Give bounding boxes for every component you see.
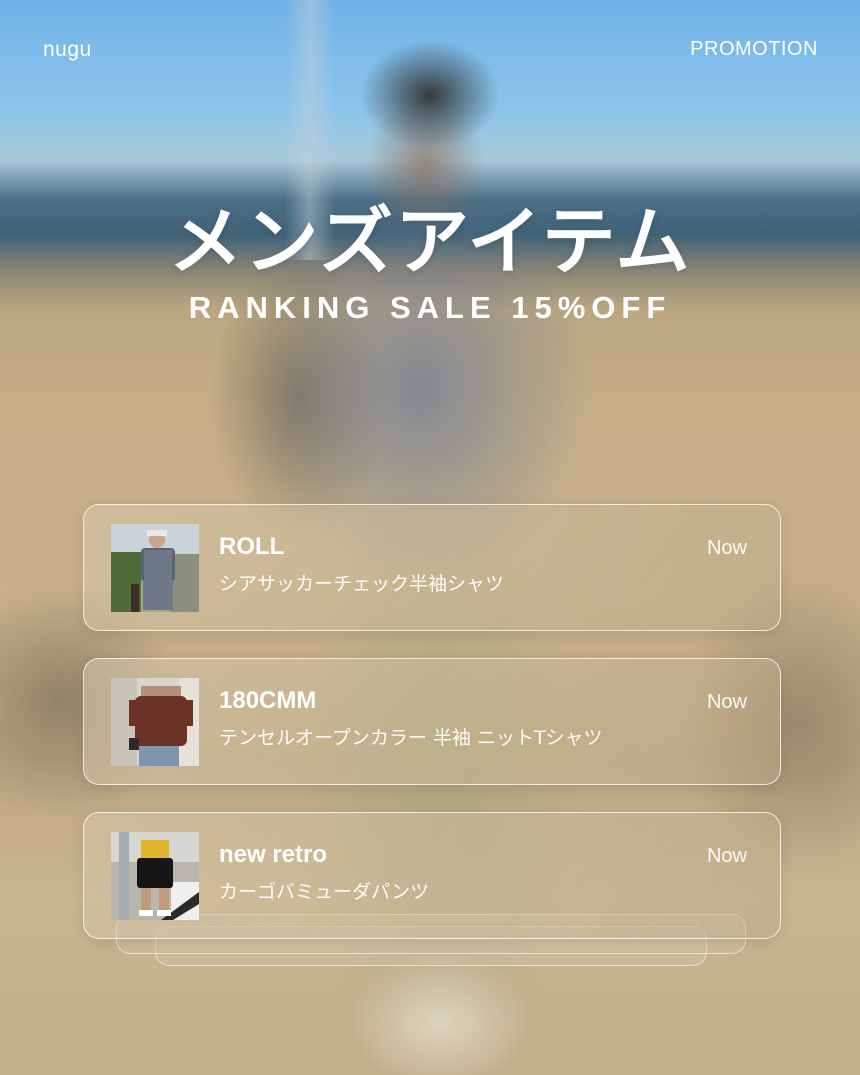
timestamp: Now: [706, 845, 747, 867]
product-thumbnail: [111, 678, 199, 766]
brand-name: new retro: [219, 841, 328, 868]
product-thumbnail: [111, 524, 199, 612]
product-name: シアサッカーチェック半袖シャツ: [219, 573, 505, 595]
brand-logo: nugu: [43, 38, 92, 61]
product-name: カーゴバミューダパンツ: [219, 881, 429, 903]
timestamp: Now: [706, 691, 747, 713]
brand-name: ROLL: [219, 533, 285, 560]
product-thumbnail: [111, 832, 199, 920]
notification-card[interactable]: 180CMM テンセルオープンカラー 半袖 ニットTシャツ Now: [83, 658, 781, 785]
hero-subtitle: RANKING SALE 15%OFF: [188, 290, 672, 325]
header: nugu PROMOTION: [0, 38, 860, 68]
hero-title: メンズアイテム: [168, 199, 692, 285]
brand-name: 180CMM: [219, 687, 317, 714]
timestamp: Now: [706, 537, 747, 559]
promotion-label: PROMOTION: [690, 38, 818, 60]
notification-card[interactable]: ROLL シアサッカーチェック半袖シャツ Now: [83, 504, 781, 631]
notification-card[interactable]: new retro カーゴバミューダパンツ Now: [83, 812, 781, 939]
product-name: テンセルオープンカラー 半袖 ニットTシャツ: [219, 727, 603, 749]
